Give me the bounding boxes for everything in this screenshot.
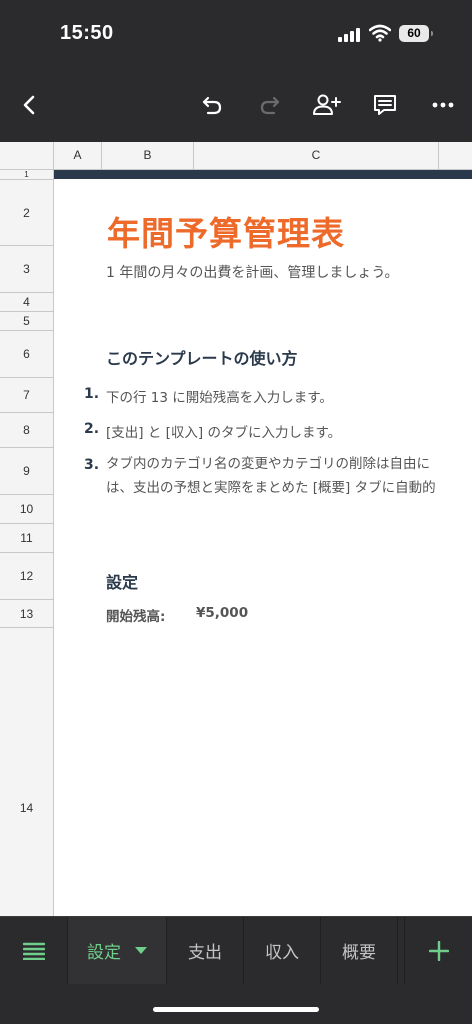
row-header[interactable]: 2: [0, 180, 53, 246]
row-header[interactable]: 5: [0, 312, 53, 331]
starting-balance-label: 開始残高:: [106, 609, 166, 625]
row-header[interactable]: 3: [0, 246, 53, 293]
battery-icon: 60: [399, 25, 433, 42]
step-text: [支出] と [収入] のタブに入力します。: [106, 425, 342, 441]
redo-icon[interactable]: [253, 88, 287, 122]
chevron-down-icon[interactable]: [135, 946, 147, 955]
sheets-list-icon[interactable]: [0, 917, 68, 984]
starting-balance-value[interactable]: ¥5,000: [196, 605, 248, 621]
row-header[interactable]: 10: [0, 495, 53, 524]
tab-settings[interactable]: 設定: [68, 917, 167, 984]
step-text: 下の行 13 に開始残高を入力します。: [106, 390, 333, 406]
plus-icon: [428, 940, 449, 961]
corner-cell[interactable]: [0, 142, 54, 169]
row-header[interactable]: 11: [0, 524, 53, 553]
comment-icon[interactable]: [368, 88, 402, 122]
step-number: 2.: [84, 421, 100, 437]
column-header-a[interactable]: A: [54, 142, 102, 169]
column-header-c[interactable]: C: [194, 142, 439, 169]
tab-income[interactable]: 収入: [244, 917, 321, 984]
sheet-content: 年間予算管理表 1 年間の月々の出費を計画、管理しましょう。 このテンプレートの…: [54, 179, 472, 916]
header-color-band: [54, 170, 472, 179]
settings-heading: 設定: [106, 573, 139, 592]
sheet-tab-bar: 設定 支出 収入 概要: [0, 916, 472, 984]
row-header[interactable]: 13: [0, 600, 53, 628]
step-number: 3.: [84, 457, 100, 473]
tab-summary[interactable]: 概要: [321, 917, 398, 984]
status-time: 15:50: [60, 22, 114, 44]
step-text-line2: は、支出の予想と実際をまとめた [概要] タブに自動的: [106, 480, 436, 496]
row-header[interactable]: 1: [0, 170, 53, 180]
column-header-bar: A B C: [0, 142, 472, 170]
tab-label: 概要: [342, 943, 376, 963]
tab-expenses[interactable]: 支出: [167, 917, 244, 984]
row-header[interactable]: 4: [0, 293, 53, 312]
add-sheet-button[interactable]: [404, 917, 472, 984]
row-header[interactable]: 12: [0, 553, 53, 600]
row-header[interactable]: 9: [0, 448, 53, 495]
tab-label: 支出: [188, 943, 222, 963]
row-header[interactable]: 6: [0, 331, 53, 378]
howto-heading: このテンプレートの使い方: [106, 349, 298, 368]
column-header-b[interactable]: B: [102, 142, 194, 169]
page-subtitle: 1 年間の月々の出費を計画、管理しましょう。: [106, 265, 399, 281]
row-header[interactable]: 8: [0, 413, 53, 448]
row-header[interactable]: 7: [0, 378, 53, 413]
wifi-icon: [369, 24, 391, 42]
page-title: 年間予算管理表: [107, 214, 345, 253]
add-person-icon[interactable]: [310, 88, 344, 122]
more-icon[interactable]: [426, 88, 460, 122]
step-text-line1: タブ内のカテゴリ名の変更やカテゴリの削除は自由に: [106, 456, 430, 472]
back-icon[interactable]: [12, 88, 46, 122]
step-number: 1.: [84, 386, 100, 402]
row-header[interactable]: 14: [0, 628, 53, 916]
toolbar: [0, 70, 472, 142]
undo-icon[interactable]: [195, 88, 229, 122]
tab-label: 設定: [87, 943, 121, 963]
tab-label: 収入: [265, 943, 299, 963]
spreadsheet-grid[interactable]: A B C 1 2 3 4 5 6 7 8 9 10 11 12 13 14 年…: [0, 142, 472, 916]
row-header-bar: 1 2 3 4 5 6 7 8 9 10 11 12 13 14: [0, 170, 54, 916]
cellular-signal-icon: [338, 27, 362, 42]
home-indicator: [153, 1007, 319, 1012]
status-bar: 15:50 60: [0, 0, 472, 70]
